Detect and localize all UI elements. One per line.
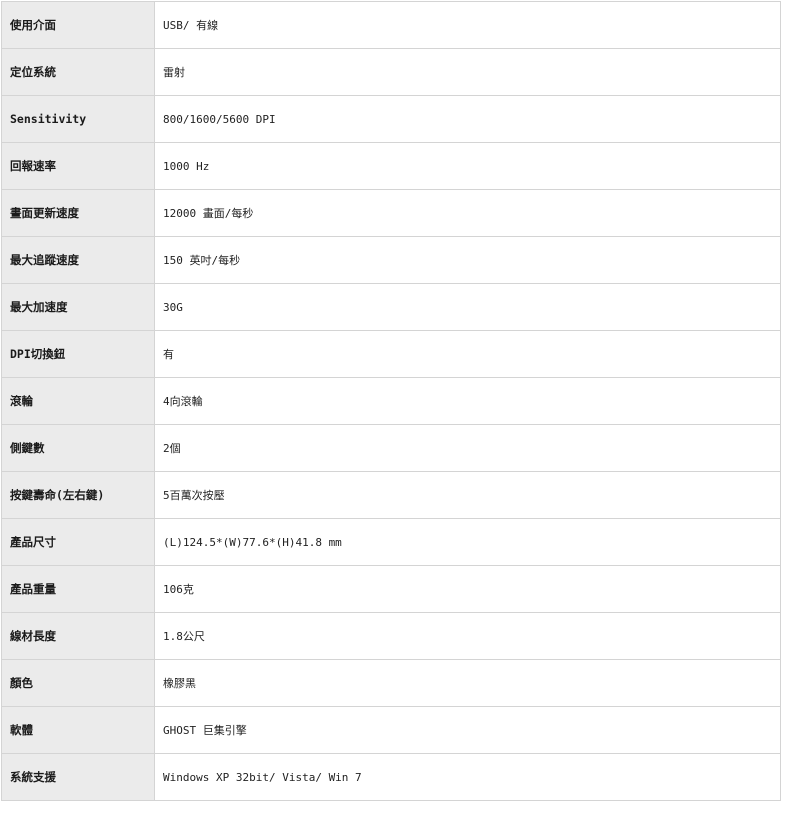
spec-label: 顏色 [1, 659, 155, 707]
spec-label: 軟體 [1, 706, 155, 754]
spec-row: 側鍵數 2個 [1, 424, 781, 472]
spec-row: 最大加速度 30G [1, 283, 781, 331]
spec-value: 800/1600/5600 DPI [154, 95, 781, 143]
spec-label: 產品尺寸 [1, 518, 155, 566]
spec-value: 5百萬次按壓 [154, 471, 781, 519]
spec-value: Windows XP 32bit/ Vista/ Win 7 [154, 753, 781, 801]
spec-row: Sensitivity 800/1600/5600 DPI [1, 95, 781, 143]
spec-row: 畫面更新速度 12000 畫面/每秒 [1, 189, 781, 237]
spec-label: 側鍵數 [1, 424, 155, 472]
spec-label: 定位系統 [1, 48, 155, 96]
spec-value: USB/ 有線 [154, 1, 781, 49]
spec-value: 1000 Hz [154, 142, 781, 190]
spec-value: 12000 畫面/每秒 [154, 189, 781, 237]
spec-label: 最大加速度 [1, 283, 155, 331]
spec-row: 滾輪 4向滾輪 [1, 377, 781, 425]
spec-row: 定位系統 雷射 [1, 48, 781, 96]
spec-label: DPI切換鈕 [1, 330, 155, 378]
spec-value: (L)124.5*(W)77.6*(H)41.8 mm [154, 518, 781, 566]
spec-label: 線材長度 [1, 612, 155, 660]
spec-table-body: 使用介面 USB/ 有線 定位系統 雷射 Sensitivity 800/160… [1, 1, 781, 801]
spec-row: 使用介面 USB/ 有線 [1, 1, 781, 49]
spec-row: 按鍵壽命(左右鍵) 5百萬次按壓 [1, 471, 781, 519]
spec-value: 30G [154, 283, 781, 331]
spec-value: GHOST 巨集引擎 [154, 706, 781, 754]
spec-value: 橡膠黑 [154, 659, 781, 707]
spec-value: 有 [154, 330, 781, 378]
spec-label: 按鍵壽命(左右鍵) [1, 471, 155, 519]
spec-label: 最大追蹤速度 [1, 236, 155, 284]
spec-value: 1.8公尺 [154, 612, 781, 660]
spec-label: 使用介面 [1, 1, 155, 49]
spec-value: 106克 [154, 565, 781, 613]
spec-label: 回報速率 [1, 142, 155, 190]
spec-label: 滾輪 [1, 377, 155, 425]
spec-row: DPI切換鈕 有 [1, 330, 781, 378]
spec-row: 產品重量 106克 [1, 565, 781, 613]
spec-row: 系統支援 Windows XP 32bit/ Vista/ Win 7 [1, 753, 781, 801]
spec-row: 回報速率 1000 Hz [1, 142, 781, 190]
spec-row: 軟體 GHOST 巨集引擎 [1, 706, 781, 754]
spec-label: 系統支援 [1, 753, 155, 801]
spec-row: 顏色 橡膠黑 [1, 659, 781, 707]
spec-table: 使用介面 USB/ 有線 定位系統 雷射 Sensitivity 800/160… [1, 1, 781, 801]
spec-label: 產品重量 [1, 565, 155, 613]
spec-label: 畫面更新速度 [1, 189, 155, 237]
spec-row: 最大追蹤速度 150 英吋/每秒 [1, 236, 781, 284]
spec-row: 線材長度 1.8公尺 [1, 612, 781, 660]
spec-value: 4向滾輪 [154, 377, 781, 425]
spec-value: 150 英吋/每秒 [154, 236, 781, 284]
spec-label: Sensitivity [1, 95, 155, 143]
spec-value: 2個 [154, 424, 781, 472]
spec-value: 雷射 [154, 48, 781, 96]
spec-row: 產品尺寸 (L)124.5*(W)77.6*(H)41.8 mm [1, 518, 781, 566]
